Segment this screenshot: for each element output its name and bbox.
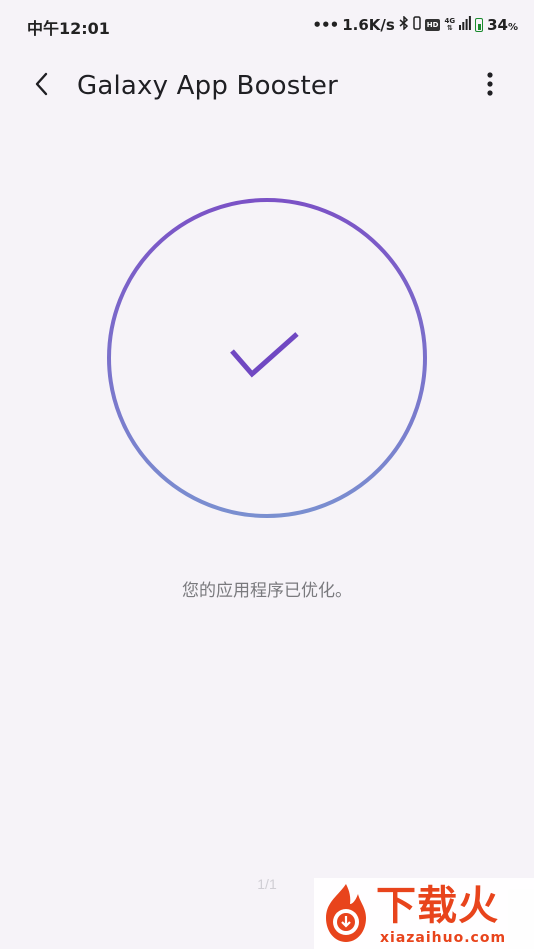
network-speed: 1.6K/s	[342, 16, 395, 34]
chevron-left-icon	[32, 71, 52, 102]
optimized-result-graphic	[106, 197, 428, 519]
more-options-button[interactable]	[472, 68, 508, 104]
result-message: 您的应用程序已优化。	[182, 581, 352, 601]
battery-percent: 34%	[487, 16, 518, 34]
data-arrows-icon: ⇅	[446, 24, 453, 32]
signal-icon	[459, 16, 471, 34]
bluetooth-icon	[399, 15, 409, 34]
more-vertical-icon	[486, 71, 494, 102]
status-bar: 中午12:01 ••• 1.6K/s HD 4G ⇅ 34%	[0, 0, 534, 50]
page-title: Galaxy App Booster	[77, 71, 339, 101]
flame-logo-icon	[326, 884, 366, 942]
back-button[interactable]	[24, 68, 60, 104]
status-icons: ••• 1.6K/s HD 4G ⇅ 34%	[312, 14, 518, 36]
network-type-label: 4G ⇅	[444, 18, 455, 32]
watermark-brand-en: xiazaihuo.com	[380, 930, 507, 946]
notification-dots-icon: •••	[312, 16, 339, 34]
watermark-brand-cn: 下载火	[376, 883, 499, 929]
hd-badge: HD	[424, 19, 441, 31]
battery-icon	[475, 18, 484, 32]
checkmark-icon	[230, 332, 299, 378]
app-header: Galaxy App Booster	[0, 60, 534, 112]
success-ring	[107, 198, 427, 518]
vibrate-icon	[413, 16, 421, 34]
status-time: 中午12:01	[27, 19, 110, 38]
watermark-logo: 下载火 xiazaihuo.com	[314, 878, 534, 949]
